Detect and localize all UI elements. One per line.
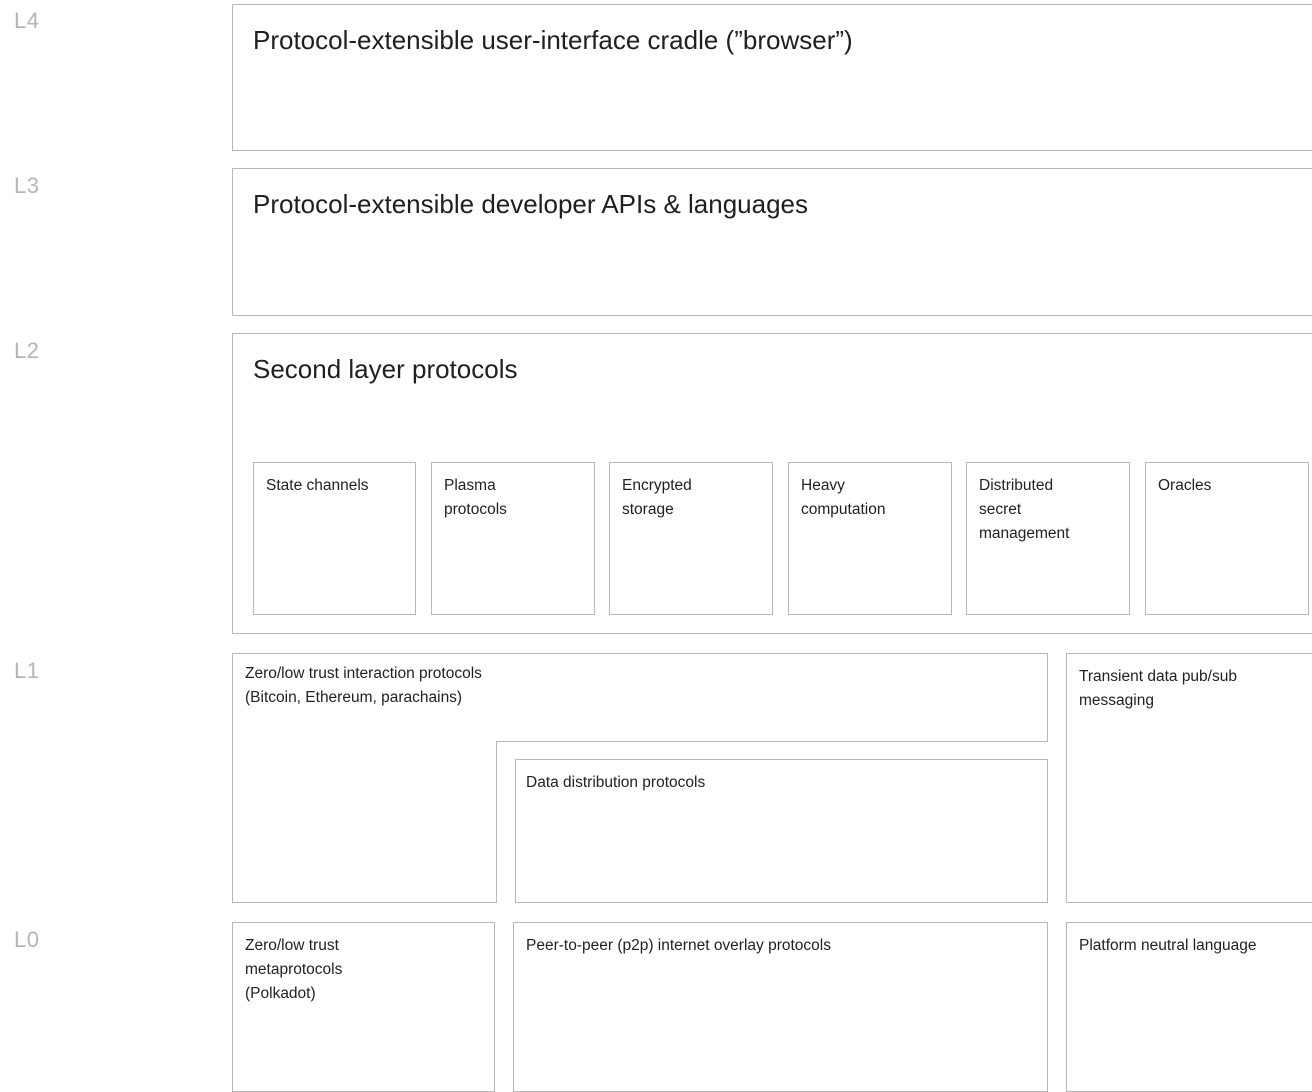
l1-data-distribution-label: Data distribution protocols [526,774,706,791]
l4-title: Protocol-extensible user-interface cradl… [253,25,853,55]
l1-data-distribution-box: Data distribution protocols [515,759,1048,903]
l2-item-label: Distributed secret management [979,477,1070,542]
l2-item-label: Oracles [1158,477,1212,494]
l1-transient-label: Transient data pub/sub messaging [1079,668,1237,709]
l2-item-distributed-secret-management: Distributed secret management [966,462,1130,615]
l0-p2p-label: Peer-to-peer (p2p) internet overlay prot… [526,937,831,954]
l2-item-heavy-computation: Heavy computation [788,462,952,615]
l3-title: Protocol-extensible developer APIs & lan… [253,189,809,219]
l2-item-label: Encrypted storage [622,477,692,518]
l4-browser-cradle-box: Protocol-extensible user-interface cradl… [232,4,1312,151]
layer-label-l1: L1 [14,658,40,683]
l2-item-encrypted-storage: Encrypted storage [609,462,773,615]
l0-platform-neutral-box: Platform neutral language [1066,922,1312,1092]
layer-label-l2: L2 [14,338,40,363]
l2-item-label: State channels [266,477,369,494]
l2-item-label: Plasma protocols [444,477,507,518]
l2-item-plasma-protocols: Plasma protocols [431,462,595,615]
l0-metaprotocols-box: Zero/low trust metaprotocols (Polkadot) [232,922,495,1092]
l2-item-oracles: Oracles [1145,462,1309,615]
l0-p2p-overlay-box: Peer-to-peer (p2p) internet overlay prot… [513,922,1048,1092]
l0-metaprotocols-label: Zero/low trust metaprotocols (Polkadot) [245,937,343,1002]
l2-item-label: Heavy computation [801,477,886,518]
layer-label-l4: L4 [14,8,40,33]
l1-transient-pubsub-box: Transient data pub/sub messaging [1066,653,1312,903]
layer-label-l3: L3 [14,173,40,198]
l2-item-state-channels: State channels [253,462,416,615]
l0-platform-label: Platform neutral language [1079,937,1257,954]
l2-title: Second layer protocols [253,354,518,384]
layer-label-l0: L0 [14,927,40,952]
l3-developer-apis-box: Protocol-extensible developer APIs & lan… [232,168,1312,316]
l1-zero-trust-label: Zero/low trust interaction protocols (Bi… [245,665,482,706]
